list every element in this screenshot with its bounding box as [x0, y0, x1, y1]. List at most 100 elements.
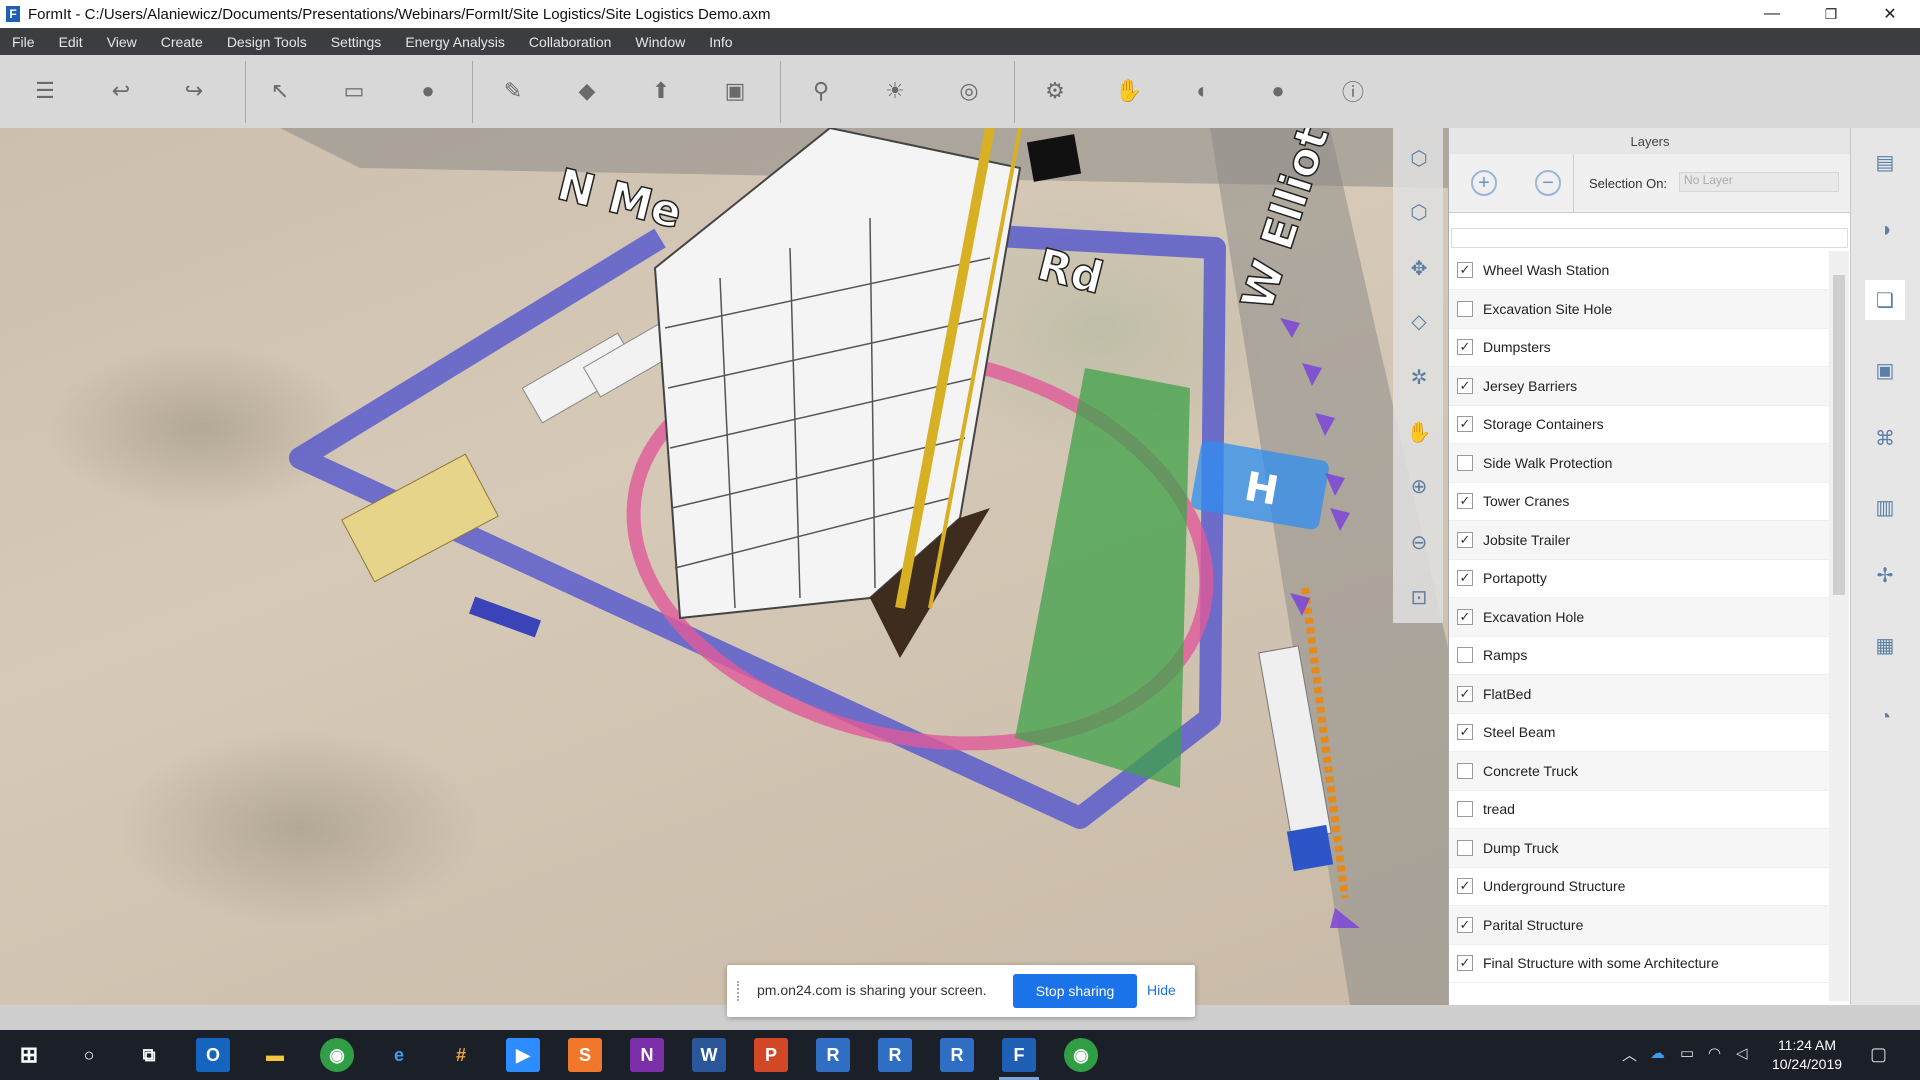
layer-visibility-checkbox[interactable]	[1457, 454, 1473, 471]
layer-visibility-checkbox[interactable]: ✓	[1457, 955, 1473, 971]
settings-gear-icon[interactable]: ⚙	[1037, 73, 1073, 109]
sketch-icon[interactable]: ✢	[1865, 555, 1905, 595]
layer-row[interactable]: Side Walk Protection	[1449, 443, 1829, 483]
layer-visibility-checkbox[interactable]: ✓	[1457, 262, 1473, 278]
menu-window[interactable]: Window	[623, 34, 697, 50]
layer-row[interactable]: Ramps	[1449, 636, 1829, 675]
stop-sharing-button[interactable]: Stop sharing	[1013, 974, 1137, 1008]
revit-icon[interactable]: R	[816, 1038, 850, 1072]
volume-icon[interactable]: ◁	[1736, 1044, 1748, 1062]
layers-tab-icon[interactable]: ❏	[1865, 280, 1905, 320]
redo-icon[interactable]: ↪	[176, 73, 212, 109]
powerpoint-icon[interactable]: P	[754, 1038, 788, 1072]
pan-icon[interactable]: ✋	[1403, 416, 1435, 448]
layer-row[interactable]: ✓ FlatBed	[1449, 674, 1829, 714]
tray-chevron-icon[interactable]: ︿	[1622, 1044, 1637, 1065]
task-view-icon[interactable]: ⧉	[132, 1038, 166, 1072]
edge-icon[interactable]: e	[382, 1038, 416, 1072]
notifications-icon[interactable]: ▢	[1870, 1044, 1887, 1065]
sun-icon[interactable]: ☀	[877, 73, 913, 109]
battery-icon[interactable]: ▭	[1680, 1044, 1694, 1062]
menu-design-tools[interactable]: Design Tools	[215, 34, 319, 50]
revit-icon[interactable]: R	[940, 1038, 974, 1072]
layer-row[interactable]: Concrete Truck	[1449, 751, 1829, 791]
share-icon[interactable]: ◐	[1185, 73, 1221, 109]
menu-create[interactable]: Create	[149, 34, 215, 50]
layer-filter-input[interactable]	[1451, 228, 1848, 248]
pencil-icon[interactable]: ✎	[495, 73, 531, 109]
layer-visibility-checkbox[interactable]: ✓	[1457, 916, 1473, 933]
location-pin-icon[interactable]: ⚲	[803, 73, 839, 109]
3d-viewport[interactable]: N Me Rd W Elliot Rd H	[0, 128, 1448, 1005]
revit-icon[interactable]: R	[878, 1038, 912, 1072]
cube-icon[interactable]: ◆	[569, 73, 605, 109]
outlook-icon[interactable]: O	[196, 1038, 230, 1072]
menu-energy-analysis[interactable]: Energy Analysis	[393, 34, 517, 50]
layer-row[interactable]: ✓ Underground Structure	[1449, 867, 1829, 906]
analysis-icon[interactable]: ◔	[1865, 697, 1905, 737]
menu-settings[interactable]: Settings	[319, 34, 394, 50]
formit-icon[interactable]: F	[1002, 1038, 1036, 1072]
sublime-icon[interactable]: S	[568, 1038, 602, 1072]
chrome-icon[interactable]: ◉	[1064, 1038, 1098, 1072]
layer-row[interactable]: ✓ Steel Beam	[1449, 713, 1829, 752]
restore-button[interactable]: ❐	[1803, 0, 1859, 28]
menu-info[interactable]: Info	[697, 34, 744, 50]
levels-icon[interactable]: ▥	[1865, 487, 1905, 527]
scenes-icon[interactable]: ▣	[1865, 350, 1905, 390]
slack-icon[interactable]: #	[444, 1038, 478, 1072]
visual-styles-icon[interactable]: ⌘	[1865, 418, 1905, 458]
start-icon[interactable]: ⊞	[12, 1038, 46, 1072]
menu-view[interactable]: View	[95, 34, 149, 50]
layer-visibility-checkbox[interactable]: ✓	[1457, 493, 1473, 509]
layer-visibility-checkbox[interactable]: ✓	[1457, 377, 1473, 394]
system-clock[interactable]: 11:24 AM 10/24/2019	[1762, 1036, 1852, 1074]
view-top-icon[interactable]: ⬡	[1403, 196, 1435, 228]
layer-visibility-checkbox[interactable]	[1457, 801, 1473, 817]
orbit-icon[interactable]: ✥	[1403, 252, 1435, 284]
menu-collaboration[interactable]: Collaboration	[517, 34, 624, 50]
layer-row[interactable]: ✓ Parital Structure	[1449, 905, 1829, 945]
layers-menu-icon[interactable]: ☰	[27, 73, 63, 109]
layer-visibility-checkbox[interactable]: ✓	[1457, 570, 1473, 586]
layer-visibility-checkbox[interactable]: ✓	[1457, 608, 1473, 625]
layer-row[interactable]: ✓ Portapotty	[1449, 559, 1829, 598]
info-icon[interactable]: ⓘ	[1335, 73, 1371, 109]
hide-share-bar-button[interactable]: Hide	[1147, 982, 1176, 998]
file-explorer-icon[interactable]: ▬	[258, 1038, 292, 1072]
layer-row[interactable]: ✓ Final Structure with some Architecture	[1449, 944, 1829, 983]
search-icon[interactable]: ○	[72, 1038, 106, 1072]
view-count-icon[interactable]: ◎	[951, 73, 987, 109]
onenote-icon[interactable]: N	[630, 1038, 664, 1072]
selection-layer-field[interactable]: No Layer	[1679, 172, 1839, 192]
menu-edit[interactable]: Edit	[47, 34, 95, 50]
layer-row[interactable]: Dump Truck	[1449, 828, 1829, 868]
layer-row[interactable]: ✓ Dumpsters	[1449, 328, 1829, 367]
layer-visibility-checkbox[interactable]: ✓	[1457, 724, 1473, 740]
layer-visibility-checkbox[interactable]: ✓	[1457, 339, 1473, 355]
onedrive-icon[interactable]: ☁	[1650, 1044, 1665, 1062]
layer-row[interactable]: tread	[1449, 790, 1829, 829]
select-icon[interactable]: ↖	[262, 73, 298, 109]
layer-visibility-checkbox[interactable]	[1457, 762, 1473, 779]
extrude-icon[interactable]: ⬆	[643, 73, 679, 109]
view-cube-icon[interactable]: ⬡	[1403, 142, 1435, 174]
materials-icon[interactable]: ◑	[1865, 210, 1905, 250]
content-library-icon[interactable]: ▦	[1865, 625, 1905, 665]
layer-visibility-checkbox[interactable]: ✓	[1457, 878, 1473, 894]
user-icon[interactable]: ●	[1260, 73, 1296, 109]
layer-visibility-checkbox[interactable]: ✓	[1457, 685, 1473, 702]
layer-visibility-checkbox[interactable]	[1457, 647, 1473, 663]
layer-row[interactable]: ✓ Jersey Barriers	[1449, 366, 1829, 406]
layer-visibility-checkbox[interactable]: ✓	[1457, 531, 1473, 548]
group-icon[interactable]: ▣	[717, 73, 753, 109]
word-icon[interactable]: W	[692, 1038, 726, 1072]
perspective-icon[interactable]: ◇	[1403, 305, 1435, 337]
layer-visibility-checkbox[interactable]	[1457, 300, 1473, 317]
layer-row[interactable]: Excavation Site Hole	[1449, 289, 1829, 329]
minimize-button[interactable]: —	[1744, 0, 1800, 28]
zoom-out-icon[interactable]: ⊖	[1403, 526, 1435, 558]
zoom-icon[interactable]: ▶	[506, 1038, 540, 1072]
layer-visibility-checkbox[interactable]	[1457, 839, 1473, 856]
layer-list-scroll-thumb[interactable]	[1833, 275, 1845, 595]
